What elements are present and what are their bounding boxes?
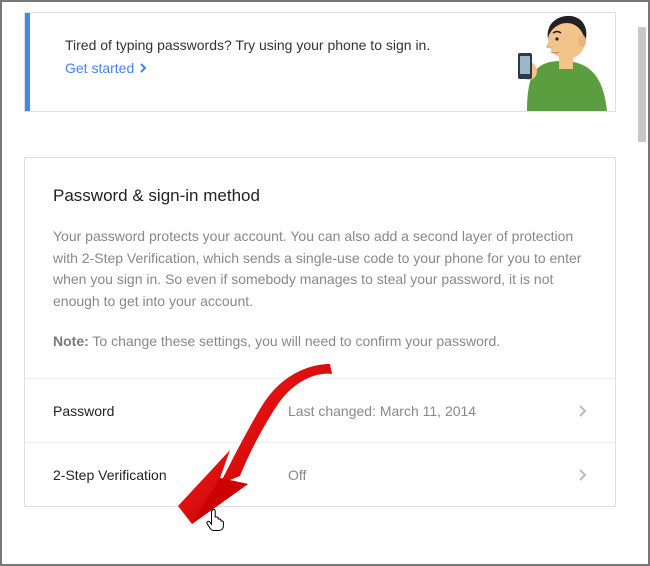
two-step-verification-row[interactable]: 2-Step Verification Off xyxy=(25,442,615,506)
person-phone-illustration xyxy=(487,12,615,111)
two-step-row-label: 2-Step Verification xyxy=(53,467,288,483)
chevron-right-icon xyxy=(578,404,587,418)
two-step-row-value: Off xyxy=(288,467,578,483)
password-row-label: Password xyxy=(53,403,288,419)
chevron-right-icon xyxy=(140,63,148,73)
password-row-value: Last changed: March 11, 2014 xyxy=(288,403,578,419)
get-started-label: Get started xyxy=(65,60,134,76)
note-label: Note: xyxy=(53,333,89,349)
get-started-link[interactable]: Get started xyxy=(65,60,148,76)
promo-title: Tired of typing passwords? Try using you… xyxy=(65,37,475,53)
note-text: To change these settings, you will need … xyxy=(89,333,500,349)
scrollbar-track[interactable] xyxy=(636,2,648,564)
card-note: Note: To change these settings, you will… xyxy=(53,331,587,353)
password-row[interactable]: Password Last changed: March 11, 2014 xyxy=(25,378,615,442)
scrollbar-thumb[interactable] xyxy=(638,27,646,142)
card-heading: Password & sign-in method xyxy=(53,186,587,206)
password-signin-card: Password & sign-in method Your password … xyxy=(24,157,616,507)
phone-signin-promo-card: Tired of typing passwords? Try using you… xyxy=(24,12,616,112)
chevron-right-icon xyxy=(578,468,587,482)
card-description: Your password protects your account. You… xyxy=(53,226,587,313)
promo-accent-bar xyxy=(25,13,30,111)
